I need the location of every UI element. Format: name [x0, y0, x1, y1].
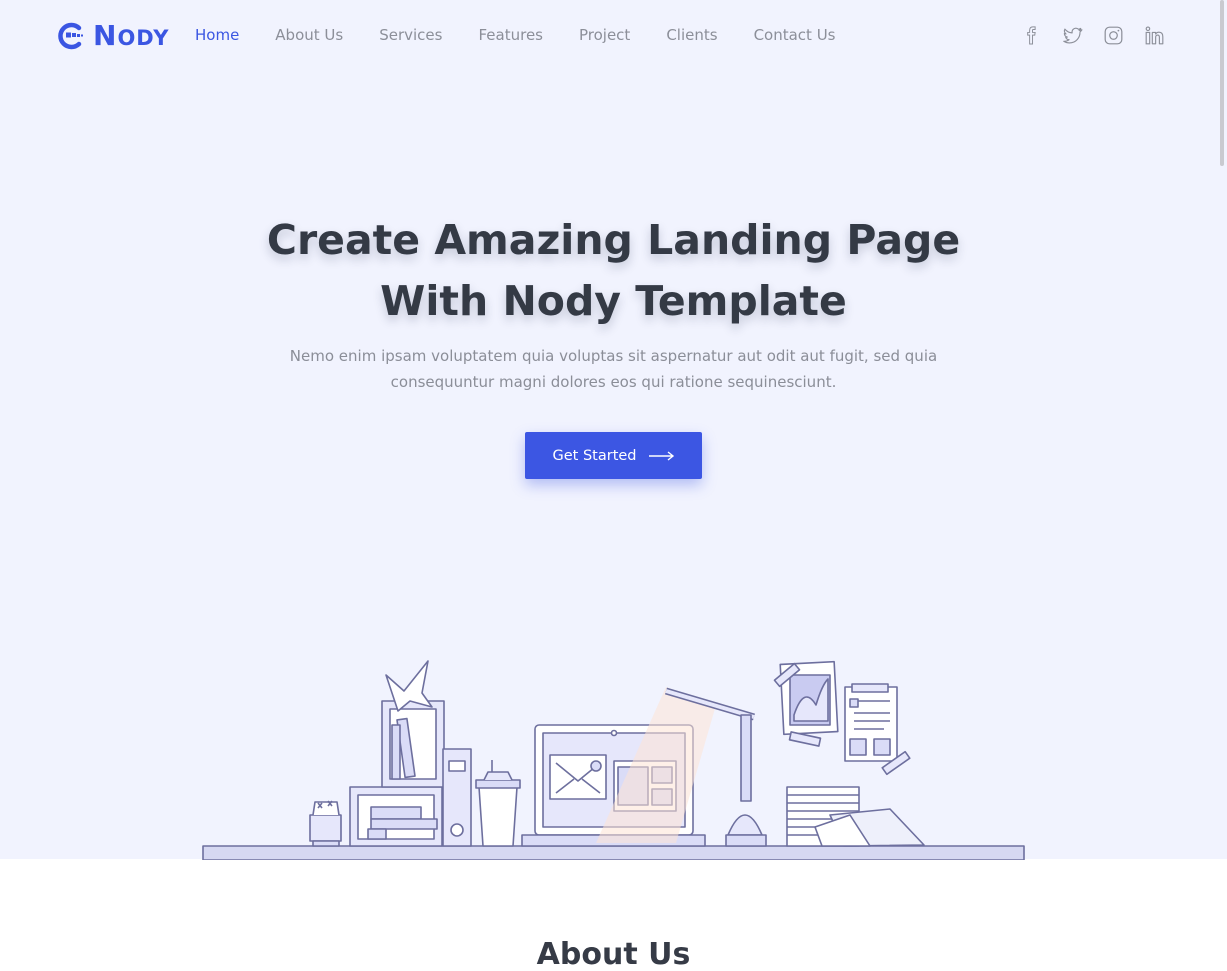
get-started-label: Get Started	[552, 447, 637, 464]
twitter-icon[interactable]	[1062, 25, 1083, 46]
scrollbar[interactable]	[1220, 0, 1224, 166]
hero-section: NODY Home About Us Services Features Pro…	[0, 0, 1227, 860]
about-section-title: About Us	[536, 937, 691, 971]
logo[interactable]: NODY	[55, 19, 169, 52]
facebook-icon[interactable]	[1021, 25, 1042, 46]
nav-item-about-us[interactable]: About Us	[275, 25, 343, 45]
nav-item-contact-us[interactable]: Contact Us	[754, 25, 836, 45]
nav-item-features[interactable]: Features	[478, 25, 543, 45]
nav-item-clients[interactable]: Clients	[666, 25, 717, 45]
nav-item-services[interactable]: Services	[379, 25, 442, 45]
main-nav: Home About Us Services Features Project …	[195, 25, 871, 45]
hero-title-line-2: With Nody Template	[380, 277, 847, 325]
get-started-button[interactable]: Get Started	[525, 432, 702, 479]
nav-item-home[interactable]: Home	[195, 25, 239, 45]
hero-title-line-1: Create Amazing Landing Page	[266, 216, 961, 264]
arrow-right-icon	[648, 450, 674, 461]
nody-logo-icon	[58, 22, 83, 49]
nav-item-project[interactable]: Project	[579, 25, 630, 45]
social-links	[1021, 25, 1165, 46]
hero-title: Create Amazing Landing Page With Nody Te…	[0, 210, 1227, 332]
hero-subtitle: Nemo enim ipsam voluptatem quia voluptas…	[289, 347, 938, 391]
instagram-icon[interactable]	[1103, 25, 1124, 46]
linkedin-icon[interactable]	[1144, 25, 1165, 46]
desk-illustration	[202, 660, 1025, 860]
brand-name: NODY	[93, 19, 170, 52]
